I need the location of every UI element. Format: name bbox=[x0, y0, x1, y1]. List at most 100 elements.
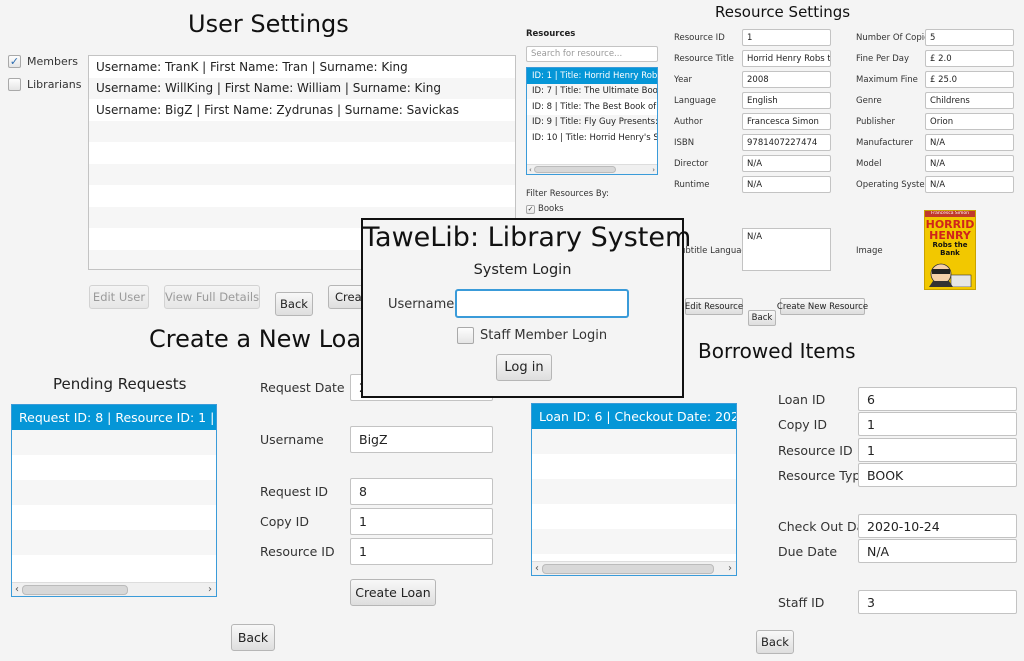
staff-member-label: Staff Member Login bbox=[480, 328, 608, 343]
director-field[interactable]: N/A bbox=[742, 155, 831, 172]
user-row[interactable]: Username: BigZ | First Name: Zydrunas | … bbox=[89, 99, 515, 121]
login-username-input[interactable] bbox=[455, 289, 629, 318]
loan-id-label: Loan ID bbox=[778, 392, 826, 407]
resource-search-input[interactable]: Search for resource... bbox=[526, 46, 658, 62]
author-label: Author bbox=[674, 117, 703, 127]
language-field[interactable]: English bbox=[742, 92, 831, 109]
loan-id-field[interactable]: 6 bbox=[858, 387, 1017, 411]
resource-row[interactable]: ID: 1 | Title: Horrid Henry Robs the Ba bbox=[527, 68, 657, 84]
scroll-left-icon[interactable]: ‹ bbox=[532, 563, 542, 574]
members-label: Members bbox=[27, 55, 78, 68]
empty-row bbox=[532, 504, 736, 529]
resource-row[interactable]: ID: 9 | Title: Fly Guy Presents: Sharks bbox=[527, 114, 657, 130]
borrowed-back-button[interactable]: Back bbox=[756, 630, 794, 654]
borrowed-copy-id-field[interactable]: 1 bbox=[858, 412, 1017, 436]
pending-request-row[interactable]: Request ID: 8 | Resource ID: 1 | Rec bbox=[12, 405, 216, 430]
loan-copy-id-field[interactable]: 1 bbox=[350, 508, 493, 535]
log-in-button[interactable]: Log in bbox=[496, 354, 552, 381]
resource-back-button[interactable]: Back bbox=[748, 310, 776, 326]
author-field[interactable]: Francesca Simon bbox=[742, 113, 831, 130]
isbn-field[interactable]: 9781407227474 bbox=[742, 134, 831, 151]
staff-id-label: Staff ID bbox=[778, 595, 825, 610]
cover-title-line2: HENRY bbox=[929, 229, 971, 242]
staff-member-login-option[interactable]: Staff Member Login bbox=[457, 327, 607, 344]
empty-row bbox=[89, 142, 515, 164]
empty-row bbox=[12, 480, 216, 505]
resource-id-field[interactable]: 1 bbox=[742, 29, 831, 46]
request-id-label: Request ID bbox=[260, 484, 329, 499]
scroll-right-icon[interactable]: › bbox=[204, 584, 216, 595]
scroll-right-icon[interactable]: › bbox=[724, 563, 736, 574]
year-field[interactable]: 2008 bbox=[742, 71, 831, 88]
runtime-field[interactable]: N/A bbox=[742, 176, 831, 193]
resource-row[interactable]: ID: 8 | Title: The Best Book of Sharks bbox=[527, 99, 657, 115]
operating-system-field[interactable]: N/A bbox=[925, 176, 1014, 193]
book-cover-image[interactable]: Francesca Simon HORRID HENRY Robs the Ba… bbox=[924, 210, 976, 290]
empty-row bbox=[12, 455, 216, 480]
scroll-left-icon[interactable]: ‹ bbox=[527, 166, 534, 174]
edit-resource-button[interactable]: Edit Resource bbox=[685, 298, 743, 315]
create-new-resource-button[interactable]: Create New Resource bbox=[777, 298, 868, 315]
user-back-button[interactable]: Back bbox=[275, 292, 313, 316]
resource-id-label: Resource ID bbox=[674, 33, 725, 43]
borrowed-loans-list[interactable]: Loan ID: 6 | Checkout Date: 2020-10-24 ‹… bbox=[531, 403, 737, 576]
check-out-date-field[interactable]: 2020-10-24 bbox=[858, 514, 1017, 538]
subtitle-languages-list[interactable]: N/A bbox=[742, 228, 831, 271]
resource-list[interactable]: ID: 1 | Title: Horrid Henry Robs the Ba … bbox=[526, 67, 658, 175]
scroll-left-icon[interactable]: ‹ bbox=[12, 584, 22, 595]
resource-row[interactable]: ID: 10 | Title: Horrid Henry's Stinkbor bbox=[527, 130, 657, 146]
scroll-thumb[interactable] bbox=[533, 166, 616, 173]
loans-list-scrollbar[interactable]: ‹ › bbox=[532, 561, 736, 575]
loan-username-field[interactable]: BigZ bbox=[350, 426, 493, 453]
pending-list-scrollbar[interactable]: ‹ › bbox=[12, 582, 216, 596]
view-full-details-button[interactable]: View Full Details bbox=[164, 285, 260, 309]
pending-requests-list[interactable]: Request ID: 8 | Resource ID: 1 | Rec ‹ › bbox=[11, 404, 217, 597]
due-date-field[interactable]: N/A bbox=[858, 539, 1017, 563]
scroll-thumb[interactable] bbox=[22, 584, 128, 595]
genre-field[interactable]: Childrens bbox=[925, 92, 1014, 109]
fine-per-day-label: Fine Per Day bbox=[856, 54, 909, 64]
due-date-label: Due Date bbox=[778, 544, 838, 559]
edit-user-button[interactable]: Edit User bbox=[89, 285, 149, 309]
manufacturer-field[interactable]: N/A bbox=[925, 134, 1014, 151]
empty-row bbox=[12, 505, 216, 530]
staff-member-checkbox[interactable] bbox=[457, 327, 474, 344]
empty-row bbox=[532, 429, 736, 454]
create-loan-button[interactable]: Create Loan bbox=[350, 579, 436, 606]
staff-id-field[interactable]: 3 bbox=[858, 590, 1017, 614]
cover-author: Francesca Simon bbox=[925, 211, 975, 217]
loan-copy-id-label: Copy ID bbox=[260, 514, 309, 529]
fine-per-day-field[interactable]: £ 2.0 bbox=[925, 50, 1014, 67]
loan-back-button[interactable]: Back bbox=[231, 624, 275, 651]
members-filter[interactable]: ✓ Members bbox=[8, 55, 78, 68]
borrowed-resource-id-field[interactable]: 1 bbox=[858, 438, 1017, 462]
books-checkbox[interactable]: ✓ bbox=[526, 204, 535, 214]
scroll-thumb[interactable] bbox=[542, 563, 714, 574]
number-of-copies-field[interactable]: 5 bbox=[925, 29, 1014, 46]
librarians-filter[interactable]: Librarians bbox=[8, 78, 81, 91]
resource-title-field[interactable]: Horrid Henry Robs the bbox=[742, 50, 831, 67]
maximum-fine-label: Maximum Fine bbox=[856, 75, 918, 85]
scroll-right-icon[interactable]: › bbox=[650, 166, 657, 174]
resource-list-scrollbar[interactable]: ‹ › bbox=[527, 164, 657, 174]
members-checkbox[interactable]: ✓ bbox=[8, 55, 21, 68]
subtitle-language-item[interactable]: N/A bbox=[743, 229, 830, 245]
resource-type-field[interactable]: BOOK bbox=[858, 463, 1017, 487]
user-row[interactable]: Username: TranK | First Name: Tran | Sur… bbox=[89, 56, 515, 78]
loan-resource-id-field[interactable]: 1 bbox=[350, 538, 493, 565]
empty-row bbox=[89, 163, 515, 185]
librarians-label: Librarians bbox=[27, 78, 82, 91]
user-row[interactable]: Username: WillKing | First Name: William… bbox=[89, 77, 515, 99]
filter-resources-label: Filter Resources By: bbox=[526, 189, 609, 199]
publisher-field[interactable]: Orion bbox=[925, 113, 1014, 130]
model-field[interactable]: N/A bbox=[925, 155, 1014, 172]
login-subtitle: System Login bbox=[473, 262, 572, 278]
librarians-checkbox[interactable] bbox=[8, 78, 21, 91]
maximum-fine-field[interactable]: £ 25.0 bbox=[925, 71, 1014, 88]
request-id-field[interactable]: 8 bbox=[350, 478, 493, 505]
empty-row bbox=[12, 555, 216, 580]
resource-row[interactable]: ID: 7 | Title: The Ultimate Book of Sha bbox=[527, 83, 657, 99]
books-filter[interactable]: ✓ Books bbox=[526, 204, 564, 214]
empty-row bbox=[532, 479, 736, 504]
loan-row[interactable]: Loan ID: 6 | Checkout Date: 2020-10-24 bbox=[532, 404, 736, 429]
